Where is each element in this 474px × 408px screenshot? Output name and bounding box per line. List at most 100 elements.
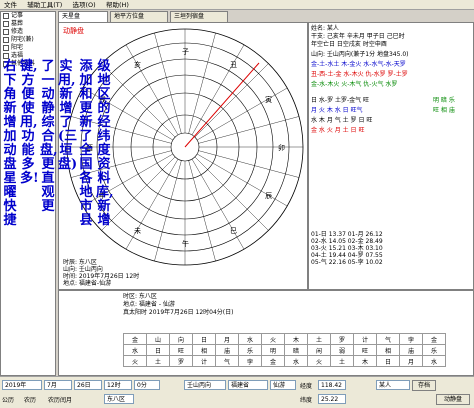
grid-cell: 火 bbox=[307, 355, 331, 367]
wheel-spoke bbox=[194, 63, 269, 138]
tab-star-chart[interactable]: 天星盘 bbox=[58, 11, 108, 22]
checkbox-icon[interactable] bbox=[3, 52, 9, 59]
checkbox-icon[interactable] bbox=[3, 44, 9, 51]
grid-cell: 火 bbox=[261, 333, 285, 345]
grid-cell: 土 bbox=[330, 355, 354, 367]
lat-label: 纬度 bbox=[300, 397, 313, 404]
grid-cell: 日 bbox=[376, 355, 400, 367]
city-select[interactable]: 仙游 bbox=[270, 380, 296, 390]
promo-column: 了一动静综合盘, 更直观更 bbox=[40, 59, 58, 214]
direction-label: 午 bbox=[182, 239, 189, 248]
grid-cell: 计 bbox=[192, 355, 216, 367]
menu-bar: 文件 辅助工具(T) 选项(O) 帮助(H) bbox=[0, 0, 474, 10]
lunar-radio[interactable]: 农历 bbox=[24, 395, 36, 404]
menu-help[interactable]: 帮助(H) bbox=[102, 0, 133, 10]
year-select[interactable]: 2019年 bbox=[2, 380, 42, 390]
direction-label: 巳 bbox=[230, 227, 237, 235]
direction-label: 未 bbox=[134, 226, 141, 235]
tab-strip: 天星盘 地平方位盘 三垣列宿盘 bbox=[58, 11, 474, 22]
info-line: 04-土 19.44 04-罗 07.55 bbox=[311, 252, 383, 259]
grid-cell: 日 bbox=[146, 344, 170, 356]
grid-cell: 乐 bbox=[422, 344, 446, 356]
tree-item[interactable]: 记事 bbox=[1, 12, 55, 20]
lat-input[interactable]: 25.22 bbox=[318, 394, 346, 404]
tab-three-enclosures[interactable]: 三垣列宿盘 bbox=[170, 11, 228, 22]
province-select[interactable]: 福建省 bbox=[228, 380, 268, 390]
grid-cell: 罗 bbox=[330, 333, 354, 345]
lon-input[interactable]: 118.42 bbox=[318, 380, 346, 390]
info-line: 金-水-木火 火-木气 仇-火气 水罗 bbox=[311, 81, 398, 88]
grid-cell: 旺 bbox=[353, 344, 377, 356]
legend-line: 明 暗 乐 bbox=[433, 97, 455, 104]
checkbox-icon[interactable] bbox=[3, 12, 9, 19]
public-radio[interactable]: 公历 bbox=[2, 395, 14, 404]
grid-row: 金山向日月水火木土罗计气孛金 bbox=[123, 333, 446, 345]
info-line: 日 水-罗 土罗-金气 旺 bbox=[311, 97, 370, 104]
info-line: 丑-西-土-金 水-木火 仇-水罗 罗-土罗 bbox=[311, 71, 408, 78]
tree-item[interactable]: 墓葬 bbox=[1, 20, 55, 28]
promo-overlay: 右下角新增加动盘星曜快捷 键, 方便使用, 功能多多! 了一动静综合盘, 更直观… bbox=[2, 60, 120, 350]
info-line: 水 木 月 气 土 罗 日 旺 bbox=[311, 117, 373, 124]
grid-cell: 水 bbox=[422, 355, 446, 367]
grid-row: 火土罗计气孛金水火土木日月水 bbox=[123, 355, 446, 367]
month-select[interactable]: 7月 bbox=[44, 380, 72, 390]
grid-cell: 向 bbox=[169, 333, 193, 345]
grid-cell: 弱 bbox=[330, 344, 354, 356]
direction-label: 丑 bbox=[230, 61, 237, 69]
info-line: 01-日 13.37 01-月 26.12 bbox=[311, 231, 383, 238]
tree-item[interactable]: 修造 bbox=[1, 28, 55, 36]
wheel-spoke bbox=[198, 150, 300, 178]
wheel-spoke bbox=[125, 44, 179, 135]
grid-cell: 土 bbox=[307, 333, 331, 345]
name-input[interactable]: 某人 bbox=[376, 380, 410, 390]
calc-button[interactable]: 动静盘 bbox=[436, 394, 470, 405]
day-select[interactable]: 26日 bbox=[74, 380, 102, 390]
leap-checkbox[interactable]: 农历闰月 bbox=[48, 395, 72, 404]
lower-pane: 时区: 东八区 地点: 福建省 - 仙游 真太阳时 2019年7月26日 12时… bbox=[58, 290, 474, 376]
tree-item[interactable]: 阴宅(兼) bbox=[1, 36, 55, 44]
grid-cell: 日 bbox=[192, 333, 216, 345]
tree-item[interactable]: 阳宅 bbox=[1, 44, 55, 52]
checkbox-icon[interactable] bbox=[3, 36, 9, 43]
minute-select[interactable]: 0分 bbox=[134, 380, 160, 390]
checkbox-icon[interactable] bbox=[3, 28, 9, 35]
wheel-spoke bbox=[191, 159, 245, 250]
time-line: 时区: 东八区 bbox=[123, 293, 157, 300]
shan-select[interactable]: 壬山丙向 bbox=[184, 380, 226, 390]
timezone-select[interactable]: 东八区 bbox=[104, 394, 134, 404]
menu-file[interactable]: 文件 bbox=[0, 0, 21, 10]
menu-options[interactable]: 选项(O) bbox=[69, 0, 100, 10]
direction-label: 子 bbox=[182, 48, 189, 56]
hour-select[interactable]: 12时 bbox=[104, 380, 132, 390]
grid-cell: 计 bbox=[353, 333, 377, 345]
grid-cell: 闲 bbox=[307, 344, 331, 356]
legend-line: 旺 相 庙 bbox=[433, 107, 455, 114]
info-line: 05-气 22.16 05-孛 10.02 bbox=[311, 259, 383, 266]
direction-label: 卯 bbox=[278, 143, 285, 152]
info-line: 年空亡日 日空戌亥 时空申酉 bbox=[311, 41, 387, 48]
promo-column: 实用, 新增了(三垣盘) bbox=[58, 59, 78, 172]
menu-tools[interactable]: 辅助工具(T) bbox=[23, 0, 66, 10]
info-line: 山向: 壬山丙向(兼子1分 地盘345.0) bbox=[311, 51, 409, 58]
promo-column: 键, 方便使用, 功能多多! bbox=[20, 59, 39, 186]
grid-cell: 水 bbox=[284, 355, 308, 367]
grid-cell: 庙 bbox=[399, 344, 423, 356]
direction-label: 亥 bbox=[134, 60, 141, 69]
control-bar: 2019年 7月 26日 12时 0分 壬山丙向 福建省 仙游 经度 118.4… bbox=[0, 376, 474, 408]
grid-cell: 月 bbox=[399, 355, 423, 367]
direction-label: 辰 bbox=[265, 192, 272, 200]
grid-cell: 水 bbox=[238, 333, 262, 345]
wheel-spoke bbox=[197, 153, 288, 207]
save-button[interactable]: 存档 bbox=[412, 380, 436, 391]
grid-cell: 水 bbox=[123, 344, 147, 356]
checkbox-icon[interactable] bbox=[3, 20, 9, 27]
grid-cell: 孛 bbox=[238, 355, 262, 367]
tab-horizon-chart[interactable]: 地平方位盘 bbox=[110, 11, 168, 22]
wheel-spoke bbox=[154, 32, 182, 134]
time-line: 真太阳时 2019年7月26日 12时04分(日) bbox=[123, 309, 234, 316]
grid-cell: 金 bbox=[261, 355, 285, 367]
grid-row: 水日旺相庙乐明暗闲弱旺相庙乐 bbox=[123, 344, 446, 356]
info-line: 金-土-水土 木-金火 水-水气-水-天罗 bbox=[311, 61, 406, 68]
grid-cell: 月 bbox=[215, 333, 239, 345]
info-line: 金 水 火 月 土 日 旺 bbox=[311, 127, 365, 134]
